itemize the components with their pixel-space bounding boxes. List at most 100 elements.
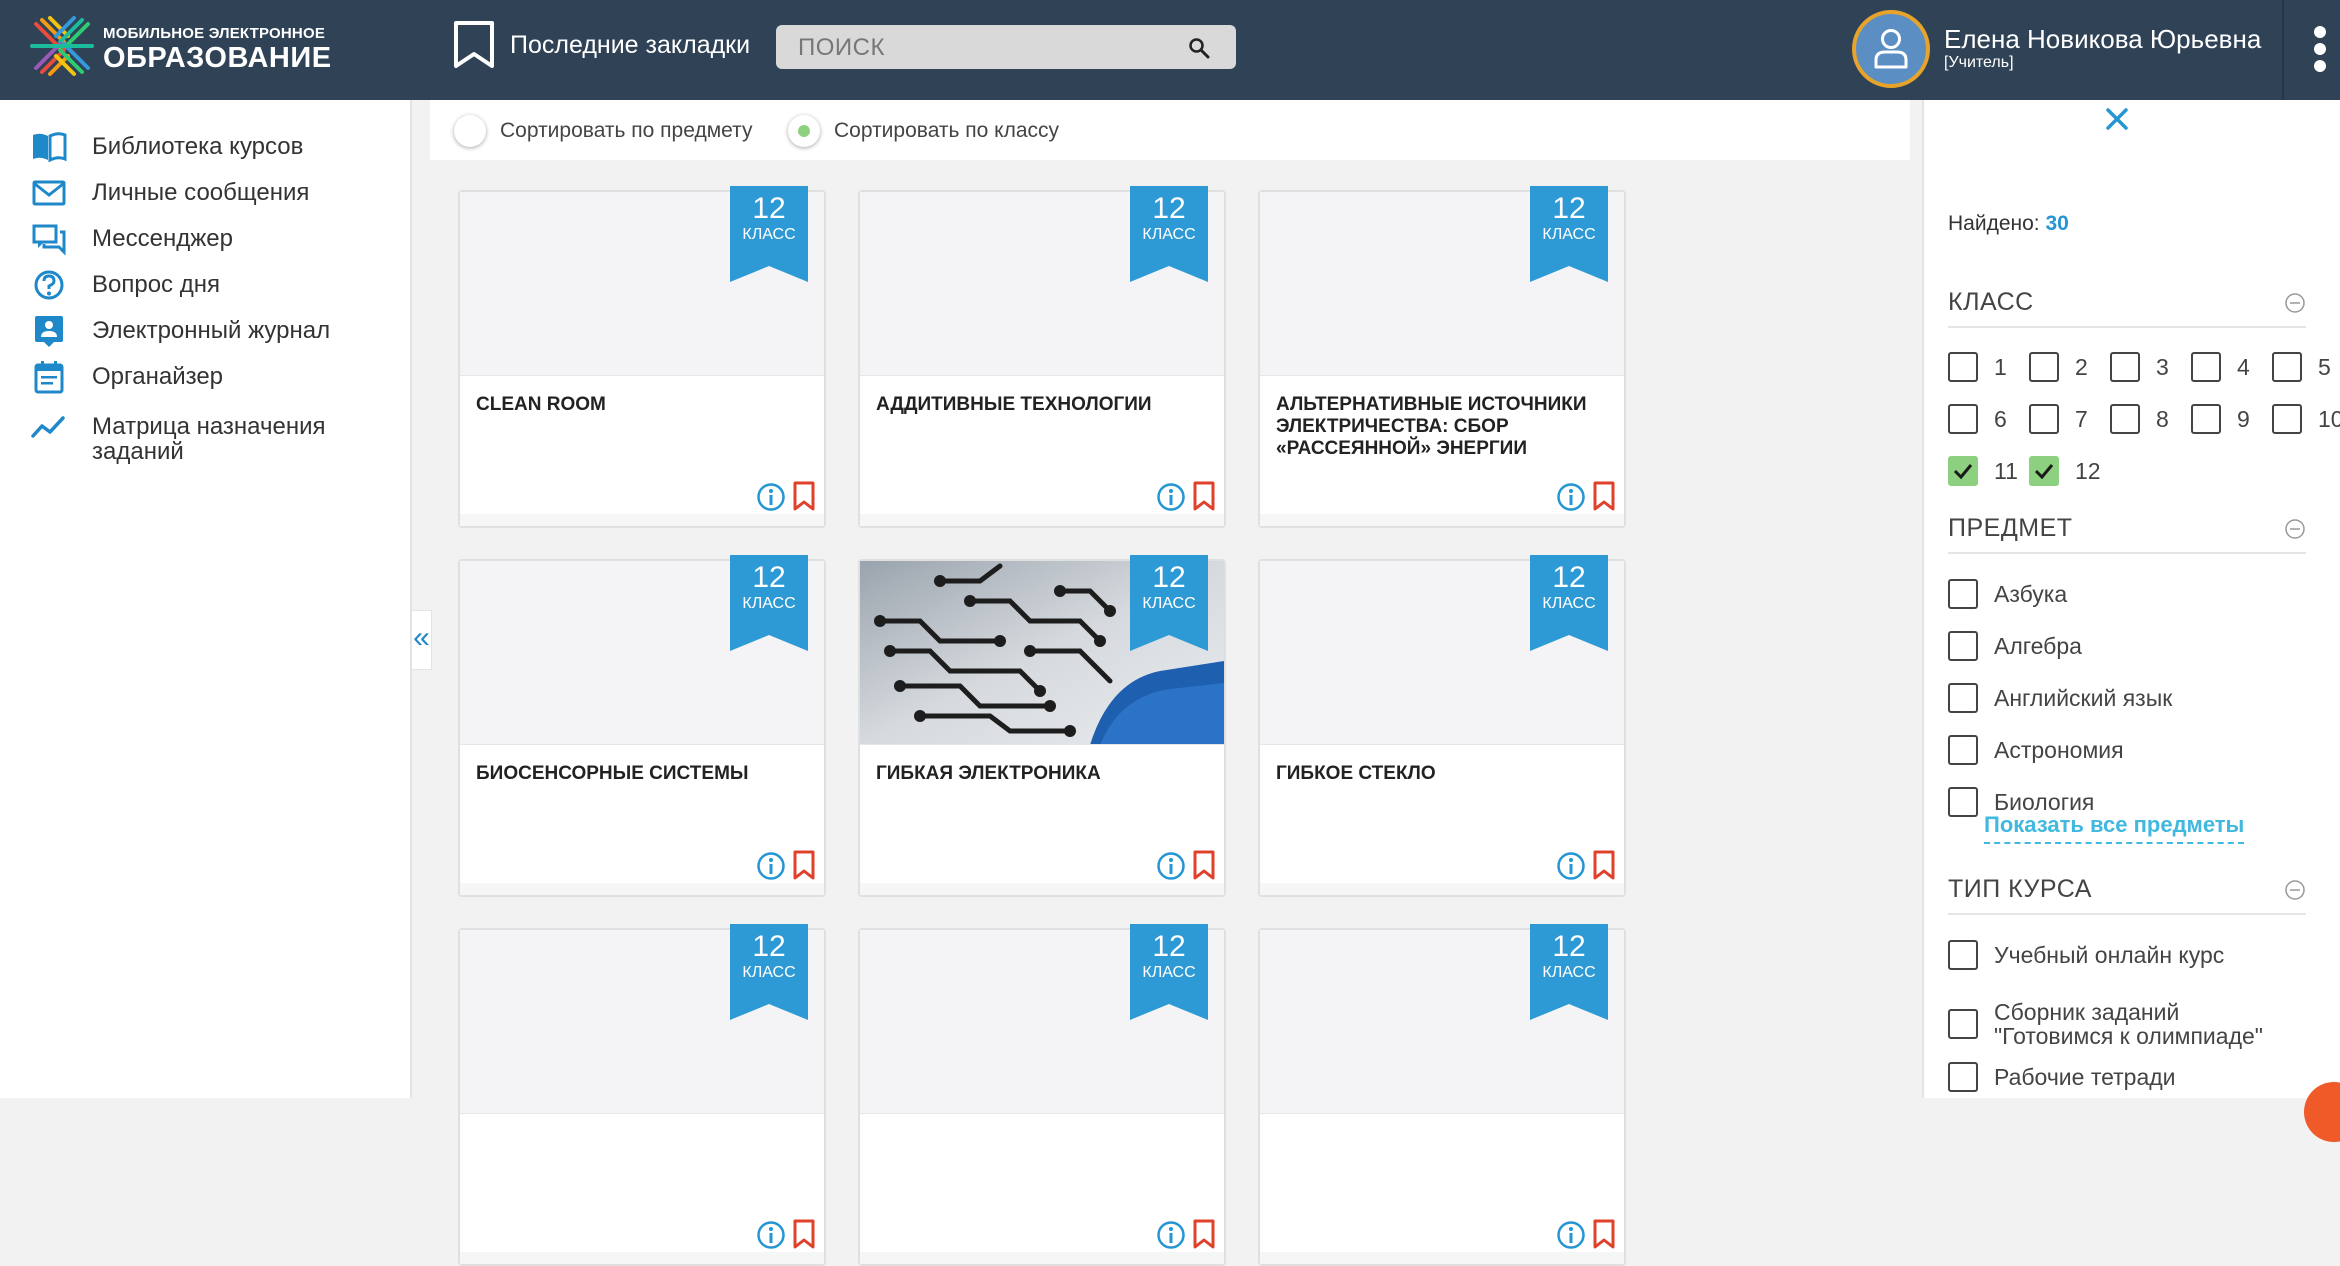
checkbox[interactable] <box>1948 940 1978 970</box>
sidebar-item-question[interactable]: Вопрос дня <box>30 268 220 302</box>
subject-filter-checkbox[interactable]: Алгебра <box>1948 631 2082 661</box>
search-icon[interactable] <box>1188 37 1210 59</box>
course-card[interactable]: 12 КЛАСС АДДИТИВНЫЕ ТЕХНОЛОГИИ <box>858 186 1226 528</box>
card-title[interactable]: АДДИТИВНЫЕ ТЕХНОЛОГИИ <box>876 394 1216 416</box>
collapse-section-icon[interactable] <box>2284 292 2306 314</box>
bookmark-icon[interactable] <box>1193 1219 1215 1249</box>
class-number: 12 <box>1152 930 1186 963</box>
sort-by-subject-radio[interactable]: Сортировать по предмету <box>454 115 752 147</box>
subject-filter-checkbox[interactable]: Астрономия <box>1948 735 2124 765</box>
course-card[interactable]: 12 КЛАСС <box>858 924 1226 1266</box>
checkbox[interactable] <box>2191 352 2221 382</box>
info-icon[interactable] <box>756 482 786 512</box>
info-icon[interactable] <box>1556 482 1586 512</box>
class-filter-checkbox[interactable]: 1 <box>1948 352 2007 382</box>
user-avatar[interactable] <box>1852 10 1930 88</box>
brand-logo[interactable]: МОБИЛЬНОЕ ЭЛЕКТРОННОЕ ОБРАЗОВАНИЕ <box>30 14 331 78</box>
close-icon[interactable] <box>2102 104 2132 134</box>
info-icon[interactable] <box>756 1220 786 1250</box>
checkbox[interactable] <box>1948 352 1978 382</box>
bookmark-icon[interactable] <box>1593 1219 1615 1249</box>
subject-filter-checkbox[interactable]: Азбука <box>1948 579 2067 609</box>
course-card[interactable]: 12 КЛАСС CLEAN ROOM <box>458 186 826 528</box>
class-filter-checkbox[interactable]: 3 <box>2110 352 2169 382</box>
sidebar-item-messenger[interactable]: Мессенджер <box>30 222 233 256</box>
checkbox[interactable] <box>2191 404 2221 434</box>
class-filter-checkbox[interactable]: 4 <box>2191 352 2250 382</box>
checkbox[interactable] <box>1948 631 1978 661</box>
sort-by-class-radio[interactable]: Сортировать по классу <box>788 115 1059 147</box>
checkbox[interactable] <box>1948 1062 1978 1092</box>
show-all-subjects-link[interactable]: Показать все предметы <box>1984 812 2245 844</box>
bookmark-icon[interactable] <box>1193 481 1215 511</box>
checkbox[interactable] <box>2272 352 2302 382</box>
checkbox[interactable] <box>1948 404 1978 434</box>
course-type-filter-checkbox[interactable]: Рабочие тетради <box>1948 1062 2176 1092</box>
info-icon[interactable] <box>1556 851 1586 881</box>
course-card[interactable]: 12 КЛАСС ГИБКОЕ СТЕКЛО <box>1258 555 1626 897</box>
search-input[interactable] <box>798 31 1178 65</box>
info-icon[interactable] <box>1156 1220 1186 1250</box>
collapse-sidebar-button[interactable]: « <box>412 610 432 670</box>
checkbox-checked[interactable] <box>2029 456 2059 486</box>
course-card[interactable]: 12 КЛАСС ГИБКАЯ ЭЛЕКТРОНИКА <box>858 555 1226 897</box>
subject-filter-checkbox[interactable]: Английский язык <box>1948 683 2172 713</box>
class-number: 12 <box>752 930 786 963</box>
card-title[interactable]: CLEAN ROOM <box>476 394 816 416</box>
checkbox[interactable] <box>2272 404 2302 434</box>
sidebar-item-library[interactable]: Библиотека курсов <box>30 130 303 164</box>
sidebar-item-messages[interactable]: Личные сообщения <box>30 176 309 210</box>
bookmark-icon[interactable] <box>793 850 815 880</box>
class-filter-checkbox[interactable]: 5 <box>2272 352 2331 382</box>
course-type-filter-checkbox[interactable]: Сборник заданий "Готовимся к олимпиаде" <box>1948 1000 2304 1048</box>
class-filter-checkbox[interactable]: 7 <box>2029 404 2088 434</box>
class-ribbon: 12 КЛАСС <box>730 186 808 282</box>
class-filter-checkbox[interactable]: 11 <box>1948 456 2018 486</box>
course-card[interactable]: 12 КЛАСС <box>458 924 826 1266</box>
checkbox[interactable] <box>1948 1009 1978 1039</box>
checkbox[interactable] <box>1948 579 1978 609</box>
course-card[interactable]: 12 КЛАСС <box>1258 924 1626 1266</box>
info-icon[interactable] <box>1556 1220 1586 1250</box>
sidebar-item-task-matrix[interactable]: Матрица назначения заданий <box>30 410 362 464</box>
class-filter-checkbox[interactable]: 6 <box>1948 404 2007 434</box>
course-type-filter-checkbox[interactable]: Учебный онлайн курс <box>1948 940 2224 970</box>
sidebar-item-organizer[interactable]: Органайзер <box>30 360 223 394</box>
bookmark-icon[interactable] <box>1593 481 1615 511</box>
checkbox[interactable] <box>1948 683 1978 713</box>
info-icon[interactable] <box>1156 851 1186 881</box>
card-title[interactable]: ГИБКОЕ СТЕКЛО <box>1276 763 1616 785</box>
collapse-section-icon[interactable] <box>2284 879 2306 901</box>
checkbox[interactable] <box>1948 735 1978 765</box>
checkbox[interactable] <box>2110 404 2140 434</box>
user-name[interactable]: Елена Новикова Юрьевна <box>1944 24 2261 55</box>
class-filter-checkbox[interactable]: 9 <box>2191 404 2250 434</box>
checkbox[interactable] <box>2029 352 2059 382</box>
card-title[interactable]: БИОСЕНСОРНЫЕ СИСТЕМЫ <box>476 763 816 785</box>
class-filter-checkbox[interactable]: 2 <box>2029 352 2088 382</box>
bookmark-icon[interactable] <box>793 481 815 511</box>
checkbox[interactable] <box>1948 787 1978 817</box>
checkbox-label: 5 <box>2318 354 2331 380</box>
info-icon[interactable] <box>756 851 786 881</box>
checkbox[interactable] <box>2029 404 2059 434</box>
card-title[interactable]: ГИБКАЯ ЭЛЕКТРОНИКА <box>876 763 1216 785</box>
course-card[interactable]: 12 КЛАСС АЛЬТЕРНАТИВНЫЕ ИСТОЧНИКИ ЭЛЕКТР… <box>1258 186 1626 528</box>
class-filter-checkbox[interactable]: 10 <box>2272 404 2340 434</box>
checkbox-checked[interactable] <box>1948 456 1978 486</box>
bookmark-icon[interactable] <box>1593 850 1615 880</box>
question-icon <box>34 270 64 300</box>
class-filter-checkbox[interactable]: 8 <box>2110 404 2169 434</box>
card-title[interactable]: АЛЬТЕРНАТИВНЫЕ ИСТОЧНИКИ ЭЛЕКТРИЧЕСТВА: … <box>1276 394 1616 460</box>
checkbox-label: Алгебра <box>1994 633 2082 659</box>
checkbox[interactable] <box>2110 352 2140 382</box>
course-card[interactable]: 12 КЛАСС БИОСЕНСОРНЫЕ СИСТЕМЫ <box>458 555 826 897</box>
bookmark-icon[interactable] <box>1193 850 1215 880</box>
kebab-menu-icon[interactable] <box>2314 26 2330 72</box>
recent-bookmarks-button[interactable]: Последние закладки <box>452 20 750 70</box>
collapse-section-icon[interactable] <box>2284 518 2306 540</box>
info-icon[interactable] <box>1156 482 1186 512</box>
class-filter-checkbox[interactable]: 12 <box>2029 456 2101 486</box>
bookmark-icon[interactable] <box>793 1219 815 1249</box>
sidebar-item-journal[interactable]: Электронный журнал <box>30 314 330 348</box>
